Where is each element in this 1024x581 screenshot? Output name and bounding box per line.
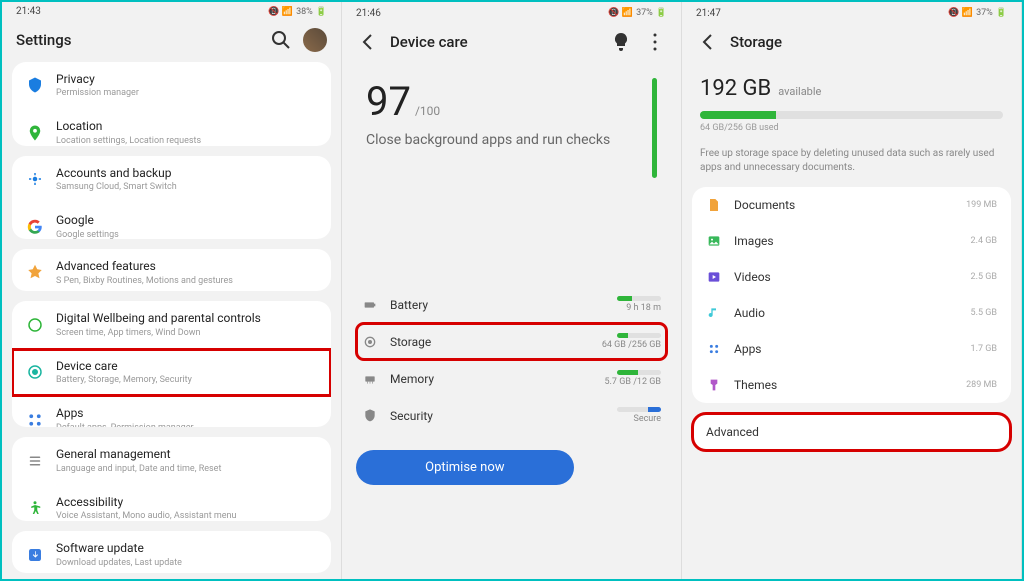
security-icon (362, 408, 378, 424)
storage-item-themes[interactable]: Themes 289 MB (692, 367, 1011, 403)
settings-item-device-care[interactable]: Device careBattery, Storage, Memory, Sec… (12, 349, 331, 396)
storage-desc: Free up storage space by deleting unused… (682, 141, 1021, 187)
device-care-header: Device care (342, 24, 681, 64)
status-icons: 📵 📶 38%🔋 (268, 7, 327, 17)
avatar[interactable] (303, 28, 327, 52)
memory-icon (362, 371, 378, 387)
images-icon (706, 233, 722, 249)
backup-icon (26, 170, 44, 188)
status-time: 21:46 (356, 8, 381, 19)
tips-icon[interactable] (609, 30, 633, 54)
accessibility-icon (26, 499, 44, 517)
features-icon (26, 264, 44, 282)
statusbar: 21:47 📵 📶 37%🔋 (682, 2, 1021, 24)
storage-used: 64 GB/256 GB used (700, 123, 1003, 133)
settings-item-software-update[interactable]: Software updateDownload updates, Last up… (12, 531, 331, 573)
storage-item-apps[interactable]: Apps 1.7 GB (692, 331, 1011, 367)
general-icon (26, 452, 44, 470)
care-item-storage[interactable]: Storage 64 GB /256 GB (356, 323, 667, 360)
storage-bar (700, 111, 1003, 119)
storage-item-videos[interactable]: Videos 2.5 GB (692, 259, 1011, 295)
status-icons: 📵 📶 37%🔋 (608, 8, 667, 18)
score-value: 97 (366, 78, 411, 125)
optimize-button[interactable]: Optimise now (356, 450, 574, 485)
care-item-battery[interactable]: Battery 9 h 18 m (356, 286, 667, 323)
google-icon (26, 218, 44, 236)
themes-icon (706, 377, 722, 393)
status-time: 21:43 (16, 6, 41, 17)
search-icon[interactable] (269, 28, 293, 52)
storage-item-documents[interactable]: Documents 199 MB (692, 187, 1011, 223)
status-time: 21:47 (696, 8, 721, 19)
storage-header: Storage (682, 24, 1021, 64)
apps-icon (26, 411, 44, 427)
settings-item-accessibility[interactable]: AccessibilityVoice Assistant, Mono audio… (12, 485, 331, 521)
score-max: /100 (415, 104, 440, 118)
settings-item-advanced-features[interactable]: Advanced featuresS Pen, Bixby Routines, … (12, 249, 331, 291)
settings-item-apps[interactable]: AppsDefault apps, Permission manager (12, 396, 331, 427)
score-area: 97 /100 Close background apps and run ch… (342, 64, 681, 186)
settings-item-location[interactable]: LocationLocation settings, Location requ… (12, 109, 331, 145)
statusbar: 21:46 📵 📶 37%🔋 (342, 2, 681, 24)
wellbeing-icon (26, 316, 44, 334)
device-care-icon (26, 363, 44, 381)
page-title: Storage (730, 33, 1007, 51)
storage-item-images[interactable]: Images 2.4 GB (692, 223, 1011, 259)
settings-list: PrivacyPermission manager LocationLocati… (2, 62, 341, 579)
statusbar: 21:43 📵 📶 38%🔋 (2, 2, 341, 22)
back-icon[interactable] (696, 30, 720, 54)
score-bar (652, 78, 657, 178)
storage-icon (362, 334, 378, 350)
settings-screen: 21:43 📵 📶 38%🔋 Settings PrivacyPermissio… (2, 2, 342, 579)
score-desc: Close background apps and run checks (366, 131, 640, 151)
battery-icon (362, 297, 378, 313)
location-icon (26, 124, 44, 142)
videos-icon (706, 269, 722, 285)
settings-item-privacy[interactable]: PrivacyPermission manager (12, 62, 331, 109)
apps-icon (706, 341, 722, 357)
care-item-security[interactable]: Security Secure (356, 397, 667, 434)
storage-available: 192 GB (700, 76, 771, 101)
settings-item-accounts[interactable]: Accounts and backupSamsung Cloud, Smart … (12, 156, 331, 203)
documents-icon (706, 197, 722, 213)
settings-header: Settings (2, 22, 341, 62)
storage-screen: 21:47 📵 📶 37%🔋 Storage 192 GB available … (682, 2, 1022, 579)
storage-categories: Documents 199 MB Images 2.4 GB Videos 2.… (692, 187, 1011, 403)
more-icon[interactable] (643, 30, 667, 54)
status-icons: 📵 📶 37%🔋 (948, 8, 1007, 18)
update-icon (26, 546, 44, 564)
audio-icon (706, 305, 722, 321)
page-title: Device care (390, 33, 599, 51)
settings-item-general[interactable]: General managementLanguage and input, Da… (12, 437, 331, 484)
storage-advanced[interactable]: Advanced (692, 413, 1011, 451)
storage-summary: 192 GB available 64 GB/256 GB used (682, 64, 1021, 141)
privacy-icon (26, 76, 44, 94)
storage-item-audio[interactable]: Audio 5.5 GB (692, 295, 1011, 331)
settings-item-wellbeing[interactable]: Digital Wellbeing and parental controlsS… (12, 301, 331, 348)
settings-item-google[interactable]: GoogleGoogle settings (12, 203, 331, 239)
page-title: Settings (16, 31, 259, 49)
device-care-screen: 21:46 📵 📶 37%🔋 Device care 97 /100 Close… (342, 2, 682, 579)
care-list: Battery 9 h 18 m Storage 64 GB /256 GB M… (342, 286, 681, 495)
care-item-memory[interactable]: Memory 5.7 GB /12 GB (356, 360, 667, 397)
back-icon[interactable] (356, 30, 380, 54)
